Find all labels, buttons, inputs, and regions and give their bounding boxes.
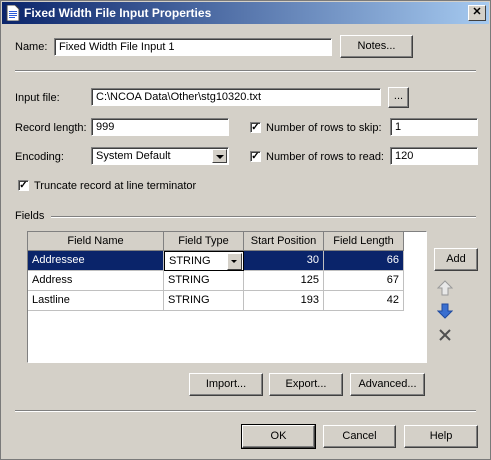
- cell-field-type[interactable]: STRING: [164, 251, 244, 271]
- cell-field-length[interactable]: 42: [324, 291, 404, 311]
- column-header-field-type[interactable]: Field Type: [164, 232, 244, 251]
- name-label: Name:: [15, 41, 48, 53]
- cell-start-position[interactable]: 193: [244, 291, 324, 311]
- cell-field-length[interactable]: 66: [324, 251, 404, 271]
- truncate-label: Truncate record at line terminator: [34, 180, 197, 192]
- record-length-label: Record length:: [15, 122, 87, 134]
- cell-field-name[interactable]: Lastline: [28, 291, 164, 311]
- encoding-select[interactable]: System Default: [91, 147, 229, 165]
- cell-field-name[interactable]: Addressee: [28, 251, 164, 271]
- column-header-start-position[interactable]: Start Position: [244, 232, 324, 251]
- move-down-arrow-icon[interactable]: [437, 303, 453, 319]
- cell-start-position[interactable]: 30: [244, 251, 324, 271]
- dropdown-arrow-icon[interactable]: [227, 253, 242, 270]
- rows-to-skip-label: Number of rows to skip:: [266, 122, 382, 134]
- notes-button[interactable]: Notes...: [340, 35, 413, 58]
- column-header-field-name[interactable]: Field Name: [28, 232, 164, 251]
- advanced-button[interactable]: Advanced...: [350, 373, 425, 396]
- separator: [51, 216, 476, 218]
- input-file-label: Input file:: [15, 92, 60, 104]
- input-file-field[interactable]: C:\NCOA Data\Other\stg10320.txt: [91, 88, 381, 106]
- fields-grid[interactable]: Field Name Field Type Start Position Fie…: [27, 231, 427, 363]
- title-bar: Fixed Width File Input Properties ✕: [2, 2, 489, 24]
- encoding-value: System Default: [96, 150, 171, 162]
- field-type-value: STRING: [169, 255, 211, 267]
- move-up-arrow-icon[interactable]: [437, 280, 453, 296]
- close-icon[interactable]: ✕: [468, 5, 486, 21]
- browse-button[interactable]: ...: [388, 87, 409, 108]
- cell-field-name[interactable]: Address: [28, 271, 164, 291]
- dropdown-arrow-icon[interactable]: [212, 149, 227, 163]
- rows-to-read-field[interactable]: 120: [390, 147, 478, 165]
- cell-field-length[interactable]: 67: [324, 271, 404, 291]
- fields-section-label: Fields: [15, 210, 45, 222]
- export-button[interactable]: Export...: [269, 373, 343, 396]
- cancel-button[interactable]: Cancel: [323, 425, 396, 448]
- separator: [15, 410, 476, 412]
- truncate-checkbox[interactable]: ✓: [18, 180, 29, 191]
- encoding-label: Encoding:: [15, 151, 64, 163]
- rows-to-skip-field[interactable]: 1: [390, 118, 478, 136]
- cell-field-type[interactable]: STRING: [164, 291, 244, 311]
- name-field[interactable]: Fixed Width File Input 1: [54, 38, 332, 56]
- window-title: Fixed Width File Input Properties: [24, 6, 212, 20]
- import-button[interactable]: Import...: [189, 373, 263, 396]
- help-button[interactable]: Help: [404, 425, 478, 448]
- cell-field-type[interactable]: STRING: [164, 271, 244, 291]
- record-length-field[interactable]: 999: [91, 118, 229, 136]
- properties-dialog: Fixed Width File Input Properties ✕ Name…: [0, 0, 491, 460]
- cell-start-position[interactable]: 125: [244, 271, 324, 291]
- rows-to-read-checkbox[interactable]: ✓: [250, 151, 261, 162]
- rows-to-read-label: Number of rows to read:: [266, 151, 384, 163]
- rows-to-skip-checkbox[interactable]: ✓: [250, 122, 261, 133]
- separator: [15, 70, 476, 72]
- ok-button[interactable]: OK: [241, 424, 316, 449]
- document-icon: [6, 5, 20, 21]
- column-header-field-length[interactable]: Field Length: [324, 232, 404, 251]
- add-button[interactable]: Add: [434, 248, 478, 271]
- delete-x-icon[interactable]: [438, 328, 452, 342]
